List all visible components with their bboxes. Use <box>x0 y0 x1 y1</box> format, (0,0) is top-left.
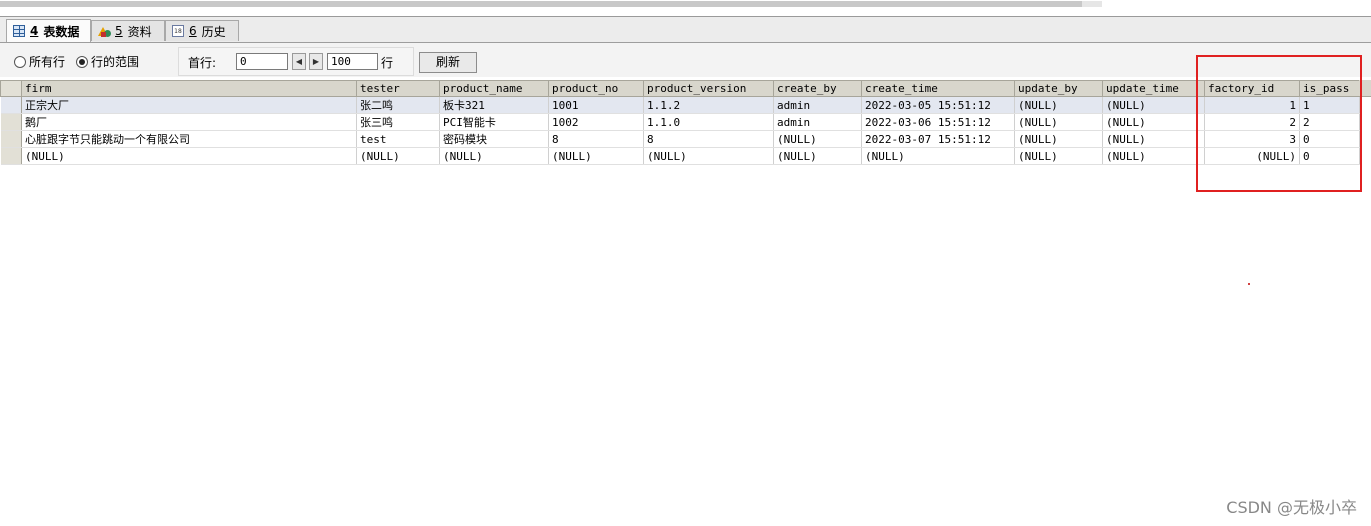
header-row: firm tester product_name product_no prod… <box>0 80 1360 97</box>
column-header[interactable]: product_name <box>439 80 549 97</box>
table-grid-icon <box>13 25 25 37</box>
table-row[interactable]: (NULL) (NULL) (NULL) (NULL) (NULL) (NULL… <box>0 147 1360 165</box>
table-cell[interactable]: (NULL) <box>548 147 644 165</box>
column-header[interactable]: create_time <box>861 80 1015 97</box>
table-cell[interactable]: 1.1.0 <box>643 113 774 131</box>
table-cell[interactable]: (NULL) <box>1102 113 1205 131</box>
next-page-icon[interactable]: ▶ <box>309 53 323 70</box>
column-header[interactable]: tester <box>356 80 440 97</box>
table-cell[interactable]: 张二鸣 <box>356 96 440 114</box>
table-cell[interactable]: 1002 <box>548 113 644 131</box>
table-cell[interactable]: (NULL) <box>773 147 862 165</box>
table-cell[interactable]: (NULL) <box>21 147 357 165</box>
tab-strip: 4 表数据 5 资料 18 6 历史 <box>0 17 1371 43</box>
prev-page-icon[interactable]: ◀ <box>292 53 306 70</box>
table-row[interactable]: 正宗大厂 张二鸣 板卡321 1001 1.1.2 admin 2022-03-… <box>0 96 1360 114</box>
table-cell[interactable]: 8 <box>643 130 774 148</box>
table-cell[interactable]: 板卡321 <box>439 96 549 114</box>
table-cell[interactable]: 密码模块 <box>439 130 549 148</box>
radio-label: 行的范围 <box>91 55 140 69</box>
info-shapes-icon <box>98 25 111 37</box>
annotation-highlight-box <box>1196 55 1362 192</box>
table-cell[interactable]: (NULL) <box>1014 130 1103 148</box>
calendar-icon: 18 <box>172 25 184 37</box>
column-header[interactable]: firm <box>21 80 357 97</box>
row-header-corner <box>0 80 22 97</box>
row-header[interactable] <box>0 113 22 131</box>
table-cell[interactable]: test <box>356 130 440 148</box>
table-cell[interactable]: 鹅厂 <box>21 113 357 131</box>
tab-number: 4 <box>30 24 39 38</box>
table-cell[interactable]: (NULL) <box>643 147 774 165</box>
top-scrollbar[interactable] <box>0 0 1371 17</box>
table-cell[interactable]: 心脏跟字节只能跳动一个有限公司 <box>21 130 357 148</box>
table-cell[interactable]: (NULL) <box>1102 96 1205 114</box>
first-row-label: 首行: <box>188 56 217 70</box>
table-cell[interactable]: (NULL) <box>439 147 549 165</box>
table-cell[interactable]: 8 <box>548 130 644 148</box>
table-cell[interactable]: (NULL) <box>861 147 1015 165</box>
radio-circle[interactable] <box>14 55 26 68</box>
row-header[interactable] <box>0 96 22 114</box>
column-header[interactable]: create_by <box>773 80 862 97</box>
table-row[interactable]: 鹅厂 张三鸣 PCI智能卡 1002 1.1.0 admin 2022-03-0… <box>0 113 1360 131</box>
watermark: CSDN @无极小卒 <box>1226 498 1357 517</box>
data-grid: firm tester product_name product_no prod… <box>0 80 1360 165</box>
column-header[interactable]: update_time <box>1102 80 1205 97</box>
row-header[interactable] <box>0 130 22 148</box>
first-row-input[interactable]: 0 <box>236 53 288 70</box>
scrollbar-thumb[interactable] <box>0 1 1082 7</box>
table-cell[interactable]: 2022-03-06 15:51:12 <box>861 113 1015 131</box>
table-cell[interactable]: admin <box>773 113 862 131</box>
rows-suffix-label: 行 <box>381 56 394 70</box>
table-cell[interactable]: 1.1.2 <box>643 96 774 114</box>
refresh-button[interactable]: 刷新 <box>419 52 477 73</box>
tab-table-data[interactable]: 4 表数据 <box>6 19 91 42</box>
table-cell[interactable]: 2022-03-05 15:51:12 <box>861 96 1015 114</box>
table-cell[interactable]: 正宗大厂 <box>21 96 357 114</box>
table-cell[interactable]: (NULL) <box>773 130 862 148</box>
table-cell[interactable]: 张三鸣 <box>356 113 440 131</box>
radio-circle-selected[interactable] <box>76 55 88 68</box>
table-cell[interactable]: (NULL) <box>1014 96 1103 114</box>
radio-all-rows[interactable]: 所有行 <box>14 53 65 70</box>
row-header[interactable] <box>0 147 22 165</box>
stray-dot <box>1248 283 1250 285</box>
row-count-input[interactable]: 100 <box>327 53 378 70</box>
table-cell[interactable]: (NULL) <box>1014 147 1103 165</box>
table-cell[interactable]: 1001 <box>548 96 644 114</box>
radio-label: 所有行 <box>29 55 66 69</box>
table-cell[interactable]: (NULL) <box>356 147 440 165</box>
table-cell[interactable]: 2022-03-07 15:51:12 <box>861 130 1015 148</box>
table-cell[interactable]: (NULL) <box>1102 130 1205 148</box>
scrollbar-track-end <box>1082 1 1102 7</box>
tab-number: 6 <box>189 24 197 38</box>
radio-row-range[interactable]: 行的范围 <box>76 53 139 70</box>
table-row[interactable]: 心脏跟字节只能跳动一个有限公司 test 密码模块 8 8 (NULL) 202… <box>0 130 1360 148</box>
column-header[interactable]: update_by <box>1014 80 1103 97</box>
table-cell[interactable]: PCI智能卡 <box>439 113 549 131</box>
tab-history[interactable]: 18 6 历史 <box>165 20 239 41</box>
tab-info[interactable]: 5 资料 <box>91 20 165 41</box>
tab-number: 5 <box>115 24 123 38</box>
tab-label: 表数据 <box>43 24 80 39</box>
column-header[interactable]: product_no <box>548 80 644 97</box>
tab-label: 资料 <box>127 24 152 39</box>
column-header[interactable]: product_version <box>643 80 774 97</box>
table-cell[interactable]: admin <box>773 96 862 114</box>
table-cell[interactable]: (NULL) <box>1102 147 1205 165</box>
table-cell[interactable]: (NULL) <box>1014 113 1103 131</box>
tab-label: 历史 <box>201 24 226 39</box>
